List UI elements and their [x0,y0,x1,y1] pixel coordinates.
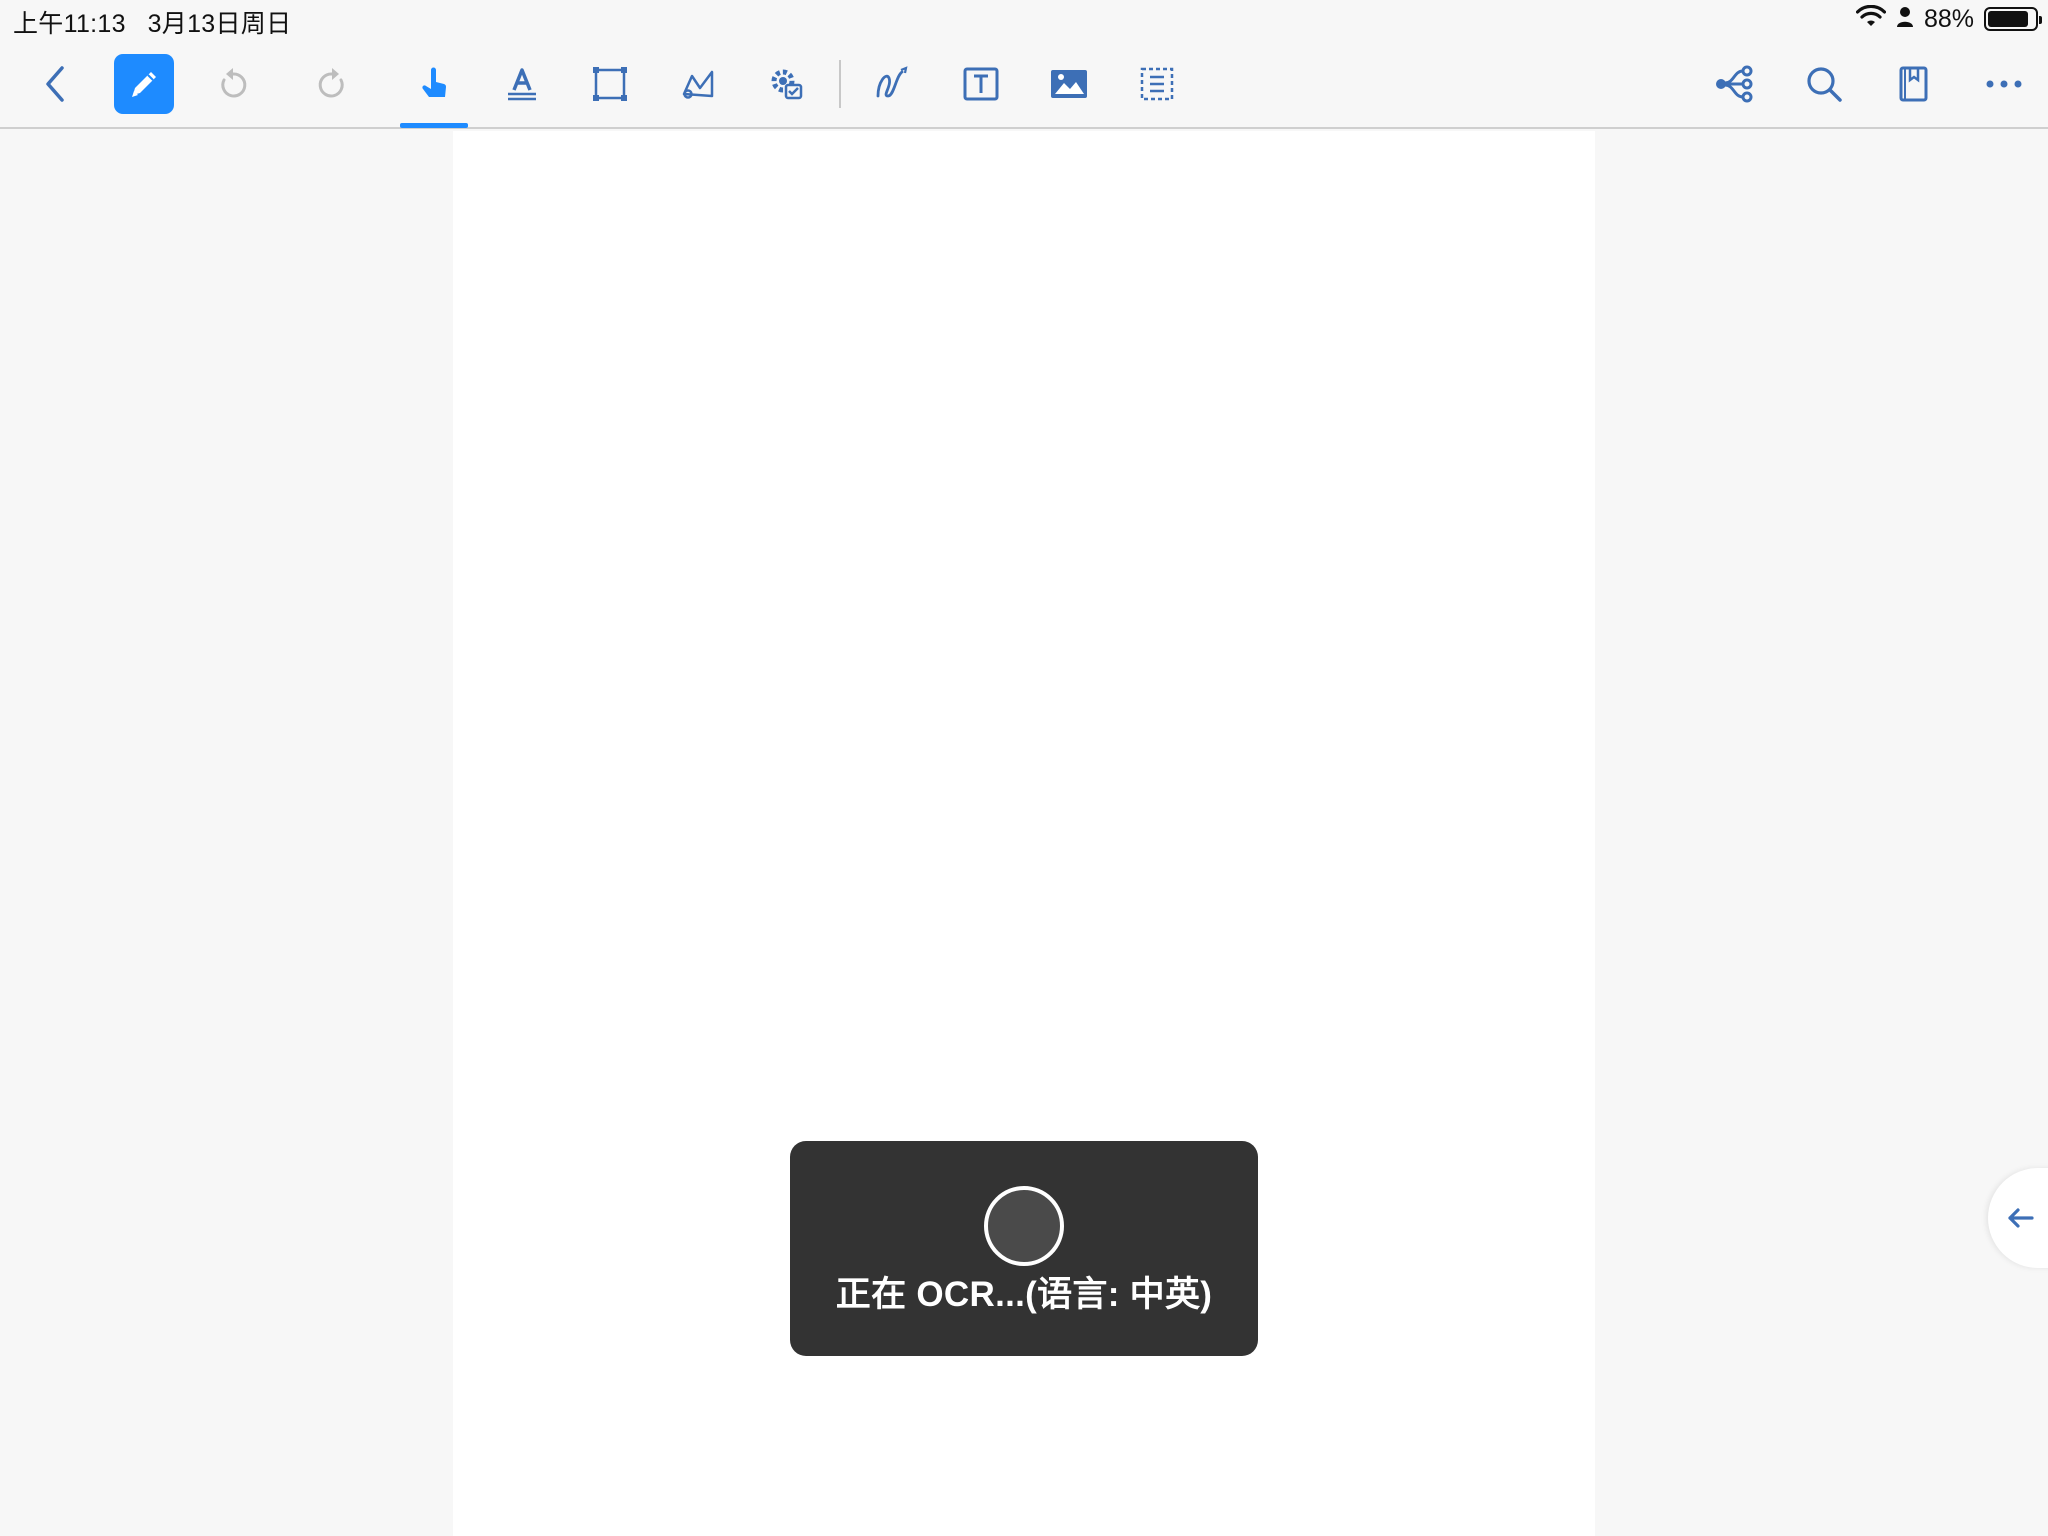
ocr-status-text: 正在 OCR...(语言: 中英) [835,1275,1213,1314]
arrow-left-icon [2008,1208,2034,1228]
text-box-button[interactable] [951,54,1011,114]
bookmark-icon [1899,66,1928,102]
insert-image-button[interactable] [1039,54,1099,114]
share-button[interactable] [1704,54,1764,114]
battery-percent: 88% [1923,4,1974,33]
wifi-icon [1855,4,1887,34]
redo-icon [318,68,344,98]
undo-button[interactable] [203,54,263,114]
back-button[interactable] [25,54,85,114]
search-button[interactable] [1794,54,1854,114]
highlight-text-button[interactable] [492,54,552,114]
draw-tool-button[interactable] [862,54,922,114]
battery-icon [1984,7,2042,31]
text-box-icon [963,67,999,101]
dashed-list-icon [1140,67,1174,101]
toolbar [0,40,2048,129]
rect-select-icon [593,67,627,101]
freehand-sign-icon [682,70,714,99]
image-icon [1051,70,1087,98]
squiggle-draw-icon [876,66,908,98]
search-icon [1807,67,1842,102]
toolbar-divider [839,60,841,108]
undo-icon [221,68,247,98]
rect-select-button[interactable] [580,54,640,114]
share-icon [1716,65,1753,103]
status-date: 3月13日周日 [147,10,292,38]
pen-edit-icon [132,72,156,97]
loading-spinner-icon [984,1186,1064,1266]
status-right: 88% [1855,4,2042,34]
status-time: 上午11:13 3月13日周日 [13,4,291,40]
status-clock: 上午11:13 [13,10,126,38]
person-icon [1896,6,1914,33]
back-chevron-icon [46,66,64,102]
text-highlight-icon [508,68,536,101]
settings-button[interactable] [756,54,816,114]
active-tab-indicator [400,123,468,128]
more-icon [1986,80,2022,88]
hand-tool-button[interactable] [404,54,464,114]
bookmark-button[interactable] [1883,54,1943,114]
more-button[interactable] [1974,54,2034,114]
settings-gear-icon [771,69,803,100]
battery-fill [1988,11,2029,27]
hand-pointer-icon [422,67,447,97]
edit-mode-button[interactable] [114,54,174,114]
list-select-button[interactable] [1127,54,1187,114]
status-bar: 上午11:13 3月13日周日 88% [0,0,2048,40]
redo-button[interactable] [302,54,362,114]
sign-tool-button[interactable] [668,54,728,114]
ocr-progress-toast: 正在 OCR...(语言: 中英) [790,1141,1258,1356]
